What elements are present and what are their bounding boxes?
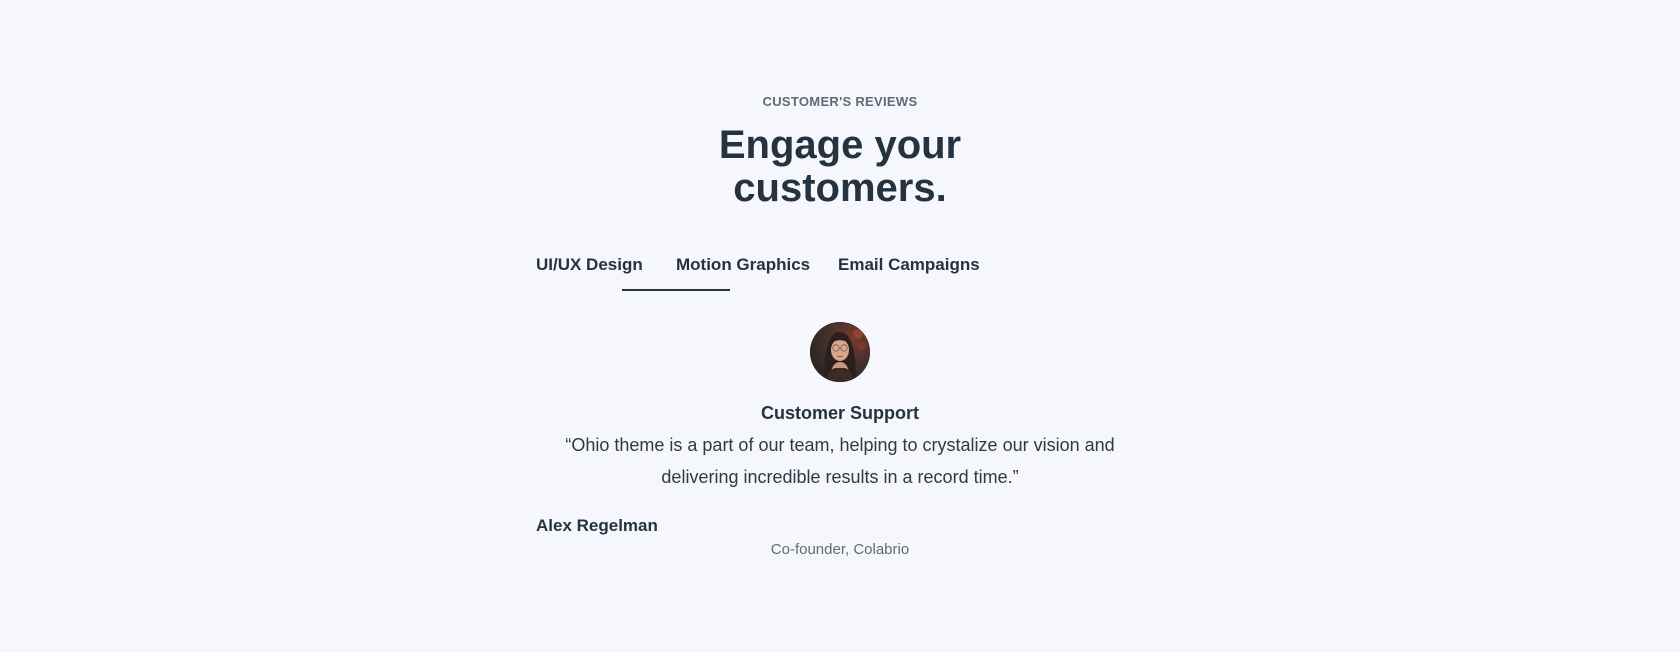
tab-motion-graphics[interactable]: Motion Graphics (676, 255, 810, 275)
section-eyebrow: CUSTOMER'S REVIEWS (762, 94, 918, 109)
avatar-photo-icon (810, 322, 870, 382)
testimonial-position: Co-founder, Colabrio (770, 541, 910, 558)
section-title: Engage your customers. (536, 124, 1144, 210)
category-tabs: UI/UX Design Motion Graphics Email Campa… (536, 255, 1144, 295)
page: CUSTOMER'S REVIEWS Engage your customers… (0, 0, 1680, 652)
section-title-line1: Engage your (718, 123, 962, 167)
avatar (810, 322, 870, 382)
testimonial-author: Alex Regelman (536, 516, 658, 535)
testimonial-role: Customer Support (760, 403, 919, 423)
tab-email-campaigns[interactable]: Email Campaigns (838, 255, 980, 275)
testimonial-quote: “Ohio theme is a part of our team, helpi… (565, 435, 1115, 487)
tab-ui-ux-design[interactable]: UI/UX Design (536, 255, 643, 275)
active-tab-indicator (622, 289, 730, 291)
section-title-line2: customers. (733, 166, 947, 210)
